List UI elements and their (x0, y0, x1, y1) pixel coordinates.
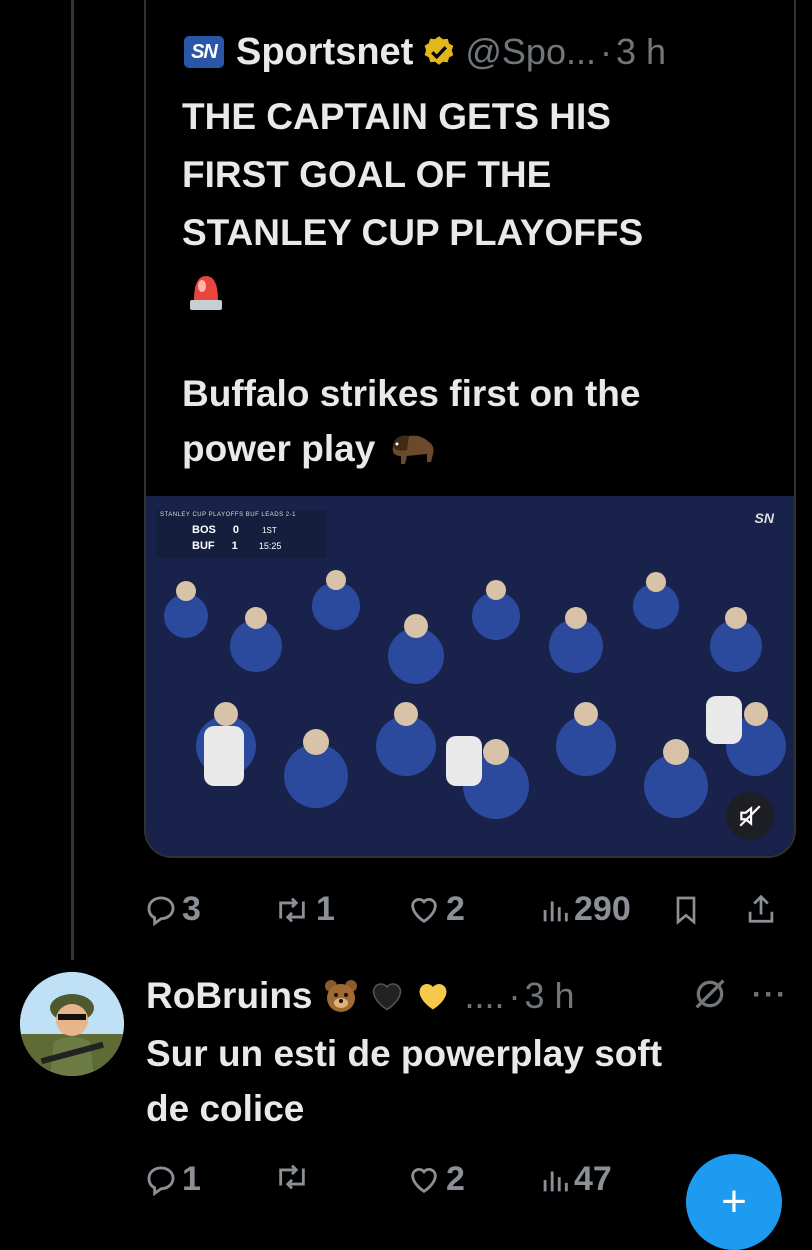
share-button[interactable] (746, 892, 776, 926)
soldier-avatar-image (20, 972, 124, 1076)
bison-icon (387, 432, 437, 466)
user-avatar[interactable] (20, 972, 124, 1076)
score-bug: STANLEY CUP PLAYOFFS BUF LEADS 2-1 BOS 0… (156, 510, 326, 558)
team-name: BOS (192, 524, 216, 536)
reply-count: 3 (182, 890, 201, 928)
like-count: 2 (446, 1160, 465, 1198)
reply-count: 1 (182, 1160, 201, 1198)
like-count: 2 (446, 890, 465, 928)
reply-text-line: de colice (146, 1088, 305, 1129)
black-heart-icon (369, 978, 405, 1014)
view-count: 47 (574, 1160, 612, 1198)
bookmark-button[interactable] (672, 894, 700, 926)
video-player[interactable]: STANLEY CUP PLAYOFFS BUF LEADS 2-1 BOS 0… (146, 496, 794, 856)
game-period: 1ST (262, 526, 277, 535)
author-name[interactable]: Sportsnet (236, 31, 413, 74)
team-row-away: BOS 0 1ST (192, 524, 277, 536)
quoted-tweet-card[interactable]: SN Sportsnet @Spo... · 3 h THE CAPTAIN G… (144, 0, 796, 858)
quoted-tweet-headline: THE CAPTAIN GETS HIS FIRST GOAL OF THE S… (182, 88, 762, 329)
views-chart-icon (543, 901, 568, 921)
headline-line: STANLEY CUP PLAYOFFS (182, 212, 644, 253)
game-clock: 15:25 (258, 541, 282, 551)
reply-header: RoBruins .... · 3 h (146, 970, 575, 1022)
muted-speaker-icon (739, 805, 761, 827)
view-count: 290 (574, 890, 631, 928)
reply-author-name[interactable]: RoBruins (146, 975, 313, 1017)
body-line: Buffalo strikes first on the (182, 373, 641, 414)
quoted-tweet-body: Buffalo strikes first on the power play (182, 366, 762, 476)
compose-button[interactable]: + (686, 1154, 782, 1250)
reply-author-handle[interactable]: .... (465, 975, 505, 1017)
repost-button[interactable] (272, 1160, 312, 1194)
share-icon (748, 894, 774, 923)
broadcast-watermark: SN (754, 510, 774, 526)
police-light-icon (188, 270, 224, 312)
like-button[interactable]: 2 (406, 890, 465, 929)
bear-icon (323, 978, 359, 1014)
repost-button[interactable]: 1 (272, 890, 335, 929)
scorebug-title: STANLEY CUP PLAYOFFS BUF LEADS 2-1 (160, 512, 296, 518)
heart-icon (411, 1167, 437, 1193)
meta-separator: · (508, 975, 521, 1016)
views-button[interactable]: 47 (540, 1160, 612, 1199)
reply-text: Sur un esti de powerplay soft de colice (146, 1026, 786, 1136)
headline-line: FIRST GOAL OF THE (182, 154, 552, 195)
repost-icon (279, 1164, 305, 1190)
reply-text-line: Sur un esti de powerplay soft (146, 1033, 663, 1074)
grok-icon[interactable] (690, 974, 730, 1019)
unmute-button[interactable] (726, 792, 774, 840)
reply-time[interactable]: 3 h (525, 975, 575, 1017)
repost-count: 1 (316, 890, 335, 928)
thread-connector-line (71, 0, 74, 960)
reply-icon (147, 1166, 175, 1196)
sportsnet-logo[interactable]: SN (184, 36, 224, 68)
bookmark-icon (676, 896, 696, 925)
views-chart-icon (543, 1171, 568, 1191)
reply-icon (147, 896, 175, 926)
tweet-action-bar: 3 1 2 290 (144, 884, 792, 940)
body-line: power play (182, 428, 376, 469)
team-name: BUF (192, 540, 215, 552)
verified-badge-icon (421, 34, 457, 70)
team-row-home: BUF 1 15:25 (192, 540, 281, 552)
reply-button[interactable]: 3 (144, 890, 201, 929)
like-button[interactable]: 2 (406, 1160, 465, 1199)
repost-icon (279, 897, 305, 922)
team-score: 0 (232, 524, 240, 536)
team-score: 1 (231, 540, 238, 552)
yellow-heart-icon (415, 978, 451, 1014)
tweet-time[interactable]: 3 h (616, 31, 666, 73)
heart-icon (411, 897, 437, 923)
meta-separator: · (599, 31, 612, 72)
headline-line: THE CAPTAIN GETS HIS (182, 96, 611, 137)
views-button[interactable]: 290 (540, 890, 631, 929)
quoted-tweet-header: SN Sportsnet @Spo... · 3 h (184, 28, 666, 76)
reply-button[interactable]: 1 (144, 1160, 201, 1199)
author-handle[interactable]: @Spo... (465, 31, 596, 73)
more-options-button[interactable]: ··· (752, 978, 788, 1012)
